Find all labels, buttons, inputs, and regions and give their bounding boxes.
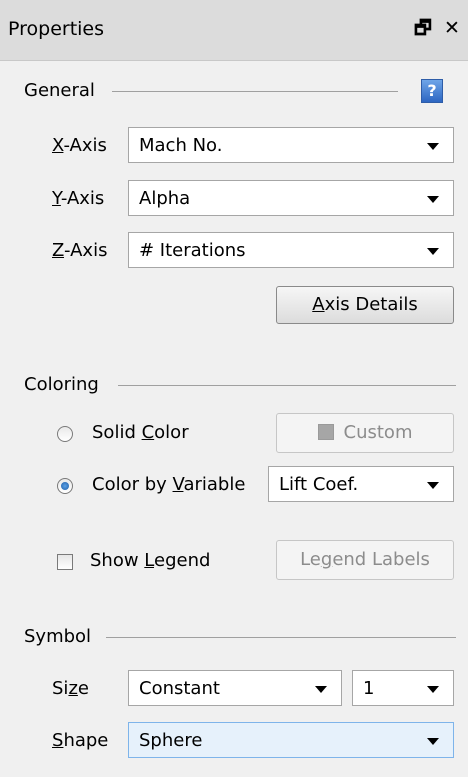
color-by-variable-radio[interactable] (57, 478, 73, 494)
restore-icon[interactable]: 🗗 (414, 16, 432, 40)
y-axis-select-value: Alpha (139, 188, 191, 209)
x-axis-select[interactable]: Mach No. (128, 127, 454, 163)
show-legend-label[interactable]: Show Legend (90, 550, 210, 571)
solid-color-radio[interactable] (57, 426, 73, 442)
chevron-down-icon (427, 143, 439, 150)
properties-panel: General ? X-Axis Mach No. Y-Axis Alpha Z… (0, 61, 468, 777)
coloring-group-divider (118, 385, 456, 386)
coloring-group-label: Coloring (24, 374, 99, 395)
size-mode-select-value: Constant (139, 678, 220, 699)
panel-titlebar: Properties 🗗 ✕ (0, 0, 468, 61)
close-icon[interactable]: ✕ (444, 16, 460, 40)
custom-color-button[interactable]: Custom (276, 413, 454, 453)
help-icon[interactable]: ? (421, 79, 443, 103)
size-label: Size (52, 678, 89, 699)
legend-labels-button[interactable]: Legend Labels (276, 540, 454, 580)
color-by-variable-label[interactable]: Color by Variable (92, 474, 245, 495)
chevron-down-icon (427, 482, 439, 489)
color-swatch-icon (317, 424, 334, 440)
panel-title: Properties (8, 18, 105, 40)
solid-color-label[interactable]: Solid Color (92, 422, 189, 443)
chevron-down-icon (427, 738, 439, 745)
y-axis-select[interactable]: Alpha (128, 180, 454, 216)
color-variable-select-value: Lift Coef. (279, 474, 359, 495)
color-variable-select[interactable]: Lift Coef. (268, 466, 454, 502)
x-axis-label: X-Axis (52, 135, 107, 156)
radio-selected-dot (61, 482, 69, 490)
y-axis-label: Y-Axis (52, 188, 105, 209)
z-axis-select-value: # Iterations (139, 240, 246, 261)
z-axis-label: Z-Axis (52, 240, 108, 261)
general-group-divider (112, 91, 398, 92)
shape-select-value: Sphere (139, 730, 203, 751)
x-axis-select-value: Mach No. (139, 135, 223, 156)
chevron-down-icon (315, 686, 327, 693)
shape-select[interactable]: Sphere (128, 722, 454, 758)
z-axis-select[interactable]: # Iterations (128, 232, 454, 268)
show-legend-checkbox[interactable] (57, 554, 73, 570)
chevron-down-icon (427, 248, 439, 255)
axis-details-button[interactable]: Axis Details (276, 286, 454, 324)
symbol-group-label: Symbol (24, 626, 92, 647)
general-group-label: General (24, 80, 95, 101)
symbol-group-divider (106, 637, 456, 638)
size-value-select-value: 1 (363, 678, 375, 699)
size-mode-select[interactable]: Constant (128, 670, 342, 706)
shape-label: Shape (52, 730, 109, 751)
size-value-select[interactable]: 1 (352, 670, 454, 706)
chevron-down-icon (427, 196, 439, 203)
chevron-down-icon (427, 686, 439, 693)
